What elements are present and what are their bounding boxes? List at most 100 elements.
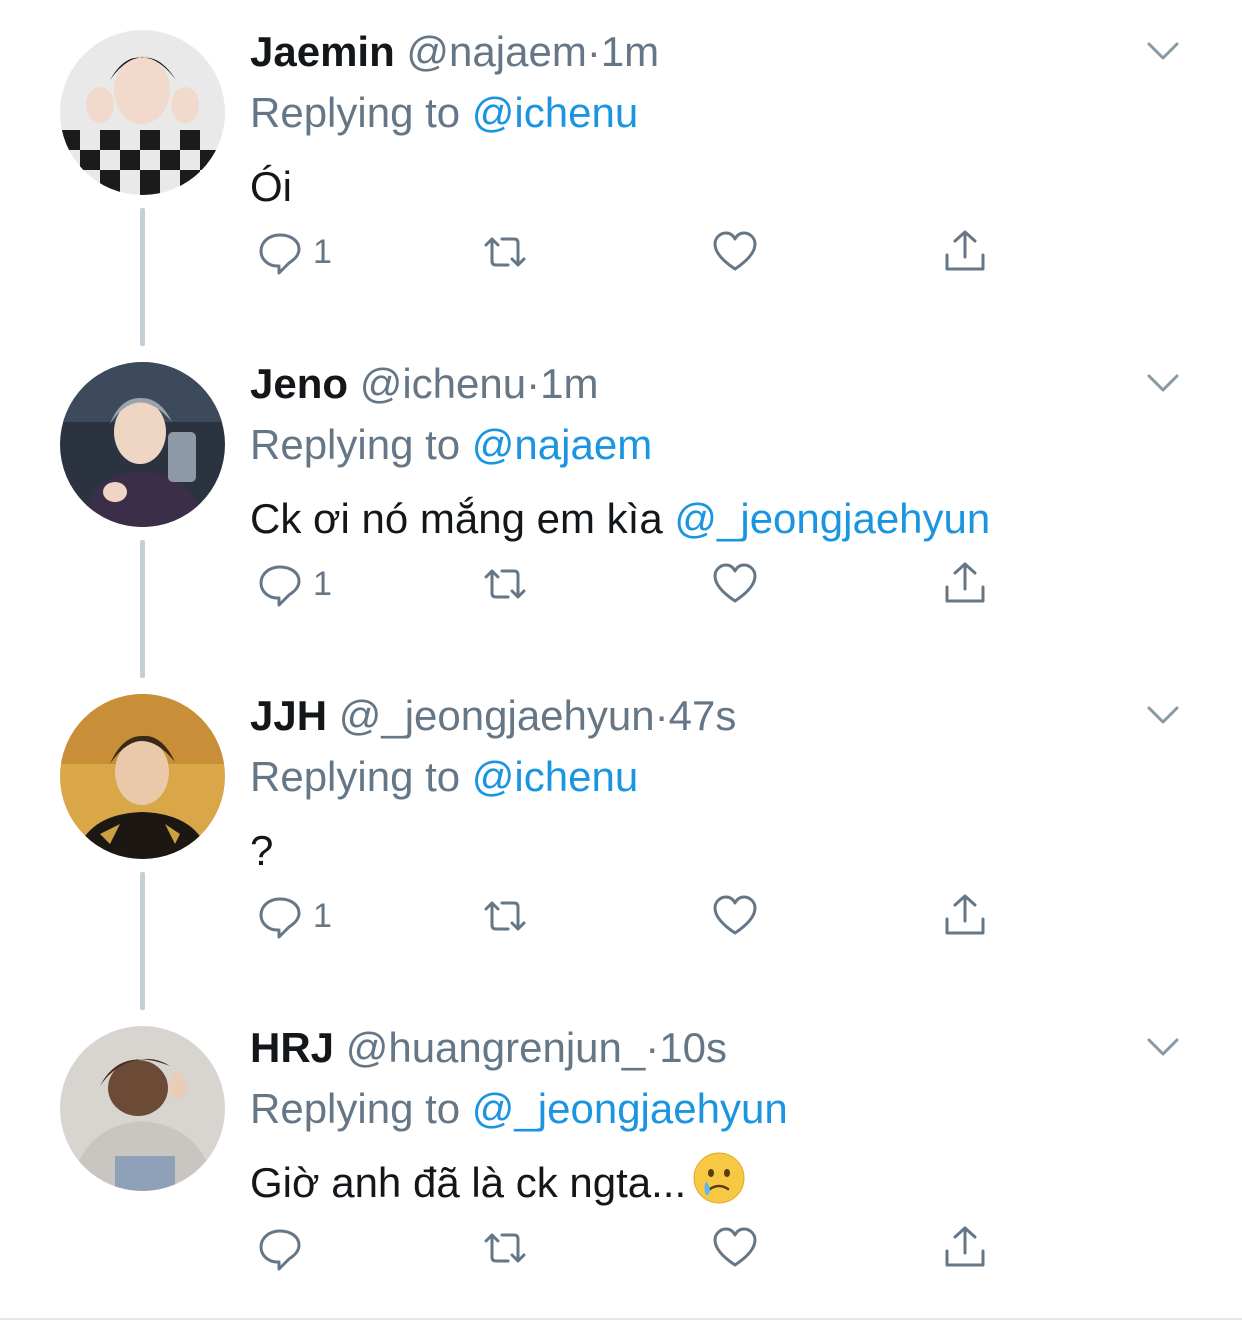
- more-options-chevron-icon[interactable]: [1143, 362, 1183, 402]
- display-name[interactable]: HRJ: [250, 1024, 334, 1071]
- thread-connector-line: [140, 540, 145, 678]
- timestamp[interactable]: 1m: [601, 28, 659, 75]
- avatar-hrj[interactable]: [60, 1026, 225, 1191]
- retweet-button[interactable]: [480, 1218, 530, 1278]
- share-button[interactable]: [940, 886, 990, 946]
- share-upload-icon: [945, 1226, 985, 1267]
- replying-to-mention[interactable]: @_jeongjaehyun: [472, 1085, 788, 1132]
- retweet-icon: [484, 569, 526, 599]
- thread-connector-line: [140, 872, 145, 1010]
- tweet-hrj[interactable]: HRJ @huangrenjun_·10s Replying to @_jeon…: [0, 996, 1242, 1328]
- share-button[interactable]: [940, 554, 990, 614]
- avatar-jjh[interactable]: [60, 694, 225, 859]
- username-handle[interactable]: @huangrenjun_: [346, 1024, 646, 1071]
- tweet-text: ?: [250, 818, 1150, 884]
- timestamp[interactable]: 10s: [659, 1024, 727, 1071]
- crying-face-emoji-icon: [693, 1152, 745, 1204]
- replying-to-line: Replying to @_jeongjaehyun: [250, 1078, 1150, 1140]
- separator-dot: ·: [645, 1024, 660, 1071]
- like-button[interactable]: [710, 554, 760, 614]
- retweet-icon: [484, 1233, 526, 1263]
- tweet-content: Jaemin @najaem·1m Replying to @ichenu Ói: [250, 22, 1150, 220]
- avatar-image: [60, 30, 225, 195]
- reply-count: 1: [313, 232, 332, 271]
- heart-icon: [713, 231, 757, 271]
- tweet-content: JJH @_jeongjaehyun·47s Replying to @iche…: [250, 686, 1150, 884]
- more-options-chevron-icon[interactable]: [1143, 1026, 1183, 1066]
- tweet-jaemin[interactable]: Jaemin @najaem·1m Replying to @ichenu Ói…: [0, 0, 1242, 346]
- tweet-text-content: Ói: [250, 163, 292, 210]
- tweet-text-mention[interactable]: @_jeongjaehyun: [674, 495, 990, 542]
- like-button[interactable]: [710, 886, 760, 946]
- tweet-text: Ck ơi nó mắng em kìa @_jeongjaehyun: [250, 486, 1150, 552]
- heart-icon: [713, 895, 757, 935]
- username-handle[interactable]: @ichenu: [360, 360, 526, 407]
- reply-count: 1: [313, 896, 332, 935]
- retweet-icon: [484, 901, 526, 931]
- speech-bubble-icon: [259, 1229, 301, 1271]
- reply-button[interactable]: 1: [255, 886, 332, 946]
- retweet-button[interactable]: [480, 554, 530, 614]
- reply-count: 1: [313, 564, 332, 603]
- tweet-text: Ói: [250, 154, 1150, 220]
- tweet-header: HRJ @huangrenjun_·10s: [250, 1018, 1150, 1078]
- timestamp[interactable]: 1m: [540, 360, 598, 407]
- tweet-header: Jaemin @najaem·1m: [250, 22, 1150, 82]
- share-upload-icon: [945, 230, 985, 271]
- tweet-content: Jeno @ichenu·1m Replying to @najaem Ck ơ…: [250, 354, 1150, 552]
- tweet-text: Giờ anh đã là ck ngta...: [250, 1150, 1150, 1216]
- tweet-text-content: ?: [250, 827, 274, 874]
- avatar-image: [60, 362, 225, 527]
- username-handle[interactable]: @_jeongjaehyun: [339, 692, 655, 739]
- tweet-text-content: Ck ơi nó mắng em kìa: [250, 495, 663, 542]
- tweet-header: JJH @_jeongjaehyun·47s: [250, 686, 1150, 746]
- tweet-header: Jeno @ichenu·1m: [250, 354, 1150, 414]
- replying-to-mention[interactable]: @najaem: [472, 421, 652, 468]
- reply-button[interactable]: [255, 1218, 313, 1278]
- timestamp[interactable]: 47s: [669, 692, 737, 739]
- separator-dot: ·: [654, 692, 669, 739]
- replying-to-mention[interactable]: @ichenu: [472, 89, 638, 136]
- tweet-jeno[interactable]: Jeno @ichenu·1m Replying to @najaem Ck ơ…: [0, 332, 1242, 678]
- separator-dot: ·: [526, 360, 541, 407]
- share-upload-icon: [945, 562, 985, 603]
- tweet-actions: 1: [255, 222, 1015, 282]
- retweet-button[interactable]: [480, 222, 530, 282]
- reply-thread: Jaemin @najaem·1m Replying to @ichenu Ói…: [0, 0, 1242, 1322]
- share-upload-icon: [945, 894, 985, 935]
- replying-to-label: Replying to: [250, 1085, 461, 1132]
- retweet-icon: [484, 237, 526, 267]
- tweet-actions: 1: [255, 886, 1015, 946]
- tweet-jjh[interactable]: JJH @_jeongjaehyun·47s Replying to @iche…: [0, 664, 1242, 1010]
- speech-bubble-icon: [259, 897, 301, 939]
- display-name[interactable]: Jaemin: [250, 28, 395, 75]
- reply-button[interactable]: 1: [255, 222, 332, 282]
- like-button[interactable]: [710, 222, 760, 282]
- tweet-actions: 1: [255, 554, 1015, 614]
- retweet-button[interactable]: [480, 886, 530, 946]
- avatar-jeno[interactable]: [60, 362, 225, 527]
- tweet-content: HRJ @huangrenjun_·10s Replying to @_jeon…: [250, 1018, 1150, 1216]
- replying-to-label: Replying to: [250, 753, 461, 800]
- heart-icon: [713, 1227, 757, 1267]
- share-button[interactable]: [940, 222, 990, 282]
- reply-button[interactable]: 1: [255, 554, 332, 614]
- more-options-chevron-icon[interactable]: [1143, 694, 1183, 734]
- username-handle[interactable]: @najaem: [406, 28, 586, 75]
- replying-to-label: Replying to: [250, 89, 461, 136]
- thread-connector-line: [140, 208, 145, 346]
- more-options-chevron-icon[interactable]: [1143, 30, 1183, 70]
- replying-to-line: Replying to @ichenu: [250, 82, 1150, 144]
- like-button[interactable]: [710, 1218, 760, 1278]
- display-name[interactable]: JJH: [250, 692, 327, 739]
- display-name[interactable]: Jeno: [250, 360, 348, 407]
- bottom-divider: [0, 1318, 1242, 1320]
- replying-to-line: Replying to @ichenu: [250, 746, 1150, 808]
- avatar-image: [60, 1026, 225, 1191]
- replying-to-mention[interactable]: @ichenu: [472, 753, 638, 800]
- speech-bubble-icon: [259, 233, 301, 275]
- tweet-actions: [255, 1218, 1015, 1278]
- heart-icon: [713, 563, 757, 603]
- avatar-jaemin[interactable]: [60, 30, 225, 195]
- share-button[interactable]: [940, 1218, 990, 1278]
